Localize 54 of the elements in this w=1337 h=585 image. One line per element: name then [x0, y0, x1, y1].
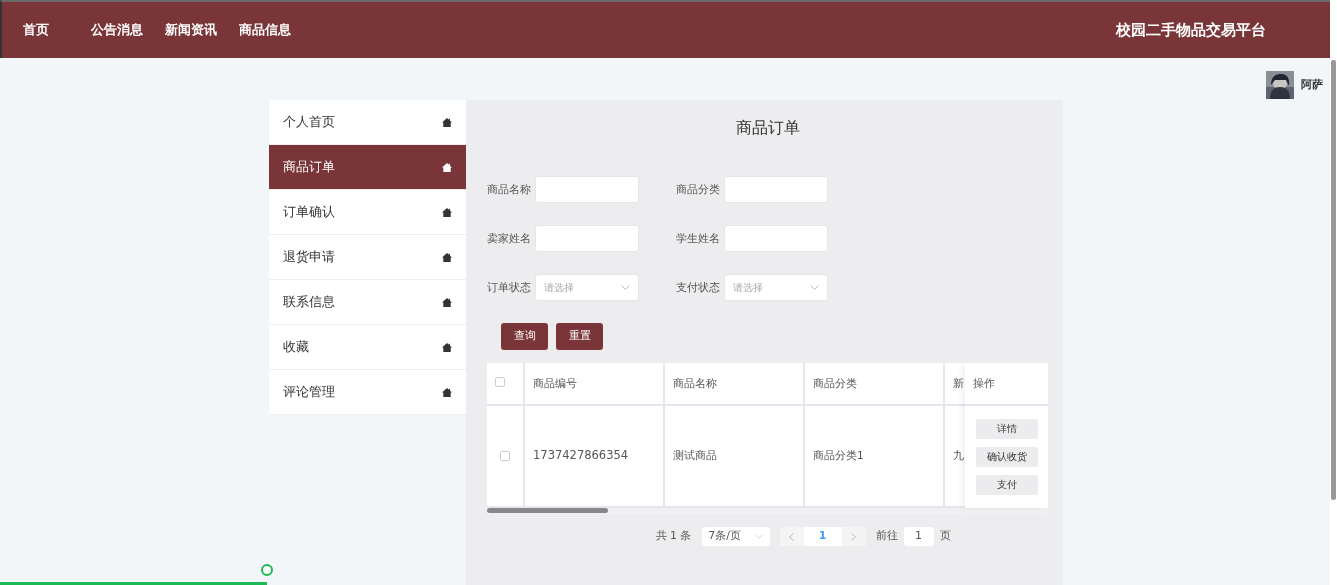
home-icon [442, 252, 452, 262]
column-header: 商品名称 [665, 363, 805, 404]
page-suffix: 页 [939, 528, 951, 545]
user-name[interactable]: 阿萨 [1301, 76, 1323, 94]
scroll-thumb[interactable] [487, 508, 608, 513]
search-button[interactable]: 查询 [501, 323, 548, 350]
page-input[interactable]: 1 [903, 527, 934, 546]
table-cell: 测试商品 [665, 406, 805, 506]
field-label: 卖家姓名 [487, 230, 528, 246]
table-cell: 1737427866354 [525, 406, 665, 506]
page-title: 商品订单 [735, 117, 801, 139]
scroll-thumb[interactable] [1331, 60, 1336, 500]
input-field[interactable] [535, 225, 639, 252]
field-label: 学生姓名 [676, 230, 717, 246]
home-icon [442, 297, 452, 307]
slider-handle[interactable] [261, 564, 274, 576]
nav-link[interactable]: 首页 [23, 20, 49, 40]
reset-button[interactable]: 重置 [556, 323, 603, 350]
input-field[interactable] [724, 225, 828, 252]
column-header: 商品分类 [805, 363, 945, 404]
sidebar-item[interactable]: 评论管理 [269, 370, 466, 415]
column-header: 商品编号 [525, 363, 665, 404]
nav-link[interactable]: 公告消息 [91, 20, 143, 40]
sidebar-item[interactable]: 收藏 [269, 325, 466, 370]
home-icon [442, 162, 452, 172]
home-icon [442, 342, 452, 352]
action-button[interactable]: 支付 [975, 475, 1038, 495]
total-count: 共 1 条 [655, 528, 692, 545]
checkbox[interactable] [495, 377, 505, 387]
placeholder-text: 请选择 [544, 281, 574, 295]
action-button[interactable]: 详情 [975, 419, 1038, 439]
action-button[interactable]: 确认收货 [975, 447, 1038, 467]
site-title: 校园二手物品交易平台 [1116, 19, 1266, 41]
home-icon [442, 207, 452, 217]
sidebar-item[interactable]: 商品订单 [269, 145, 466, 190]
chevron-down-icon [754, 534, 763, 539]
sidebar-item[interactable]: 联系信息 [269, 280, 466, 325]
chevron-down-icon [810, 285, 819, 290]
page-size-select[interactable]: 7条/页 [701, 527, 770, 546]
input-field[interactable] [724, 176, 828, 203]
nav-link[interactable]: 新闻资讯 [165, 20, 217, 40]
goto-label: 前往 [875, 528, 898, 545]
chevron-down-icon [621, 285, 630, 290]
sidebar-item[interactable]: 个人首页 [269, 100, 466, 145]
sidebar-item[interactable]: 退货申请 [269, 235, 466, 280]
table-cell: 商品分类1 [805, 406, 945, 506]
home-icon [442, 387, 452, 397]
sidebar-item[interactable]: 订单确认 [269, 190, 466, 235]
input-field[interactable] [535, 176, 639, 203]
home-icon [442, 117, 452, 127]
placeholder-text: 请选择 [733, 281, 763, 295]
nav-link[interactable]: 商品信息 [239, 20, 291, 40]
checkbox[interactable] [500, 451, 510, 461]
column-header: 操作 [973, 375, 995, 391]
